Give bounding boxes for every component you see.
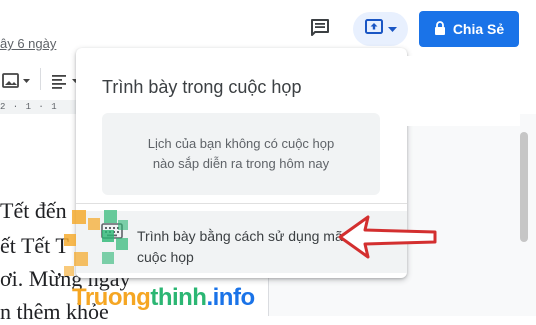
present-to-screen-icon (364, 18, 384, 41)
watermark-logo (64, 208, 140, 284)
share-button[interactable]: Chia Sẻ (419, 11, 519, 47)
present-with-code-line: Trình bày bằng cách sử dụng mã (137, 228, 343, 244)
no-meetings-message: Lịch của bạn không có cuộc họp nào sắp d… (102, 113, 380, 195)
vertical-scrollbar[interactable] (520, 132, 528, 242)
ruler: 2 · 1 · 1 (0, 100, 80, 114)
present-button[interactable] (353, 12, 408, 46)
present-menu-title: Trình bày trong cuộc họp (102, 77, 302, 97)
document-line[interactable]: ết Tết T (0, 233, 69, 259)
chevron-down-icon (388, 20, 397, 38)
watermark-text: Truongthinh.info (72, 284, 255, 311)
menu-divider (76, 203, 407, 204)
no-meetings-line: nào sắp diễn ra trong hôm nay (152, 156, 330, 171)
document-line[interactable]: Tết đến (0, 198, 67, 224)
present-with-code-label: Trình bày bằng cách sử dụng mã cuộc họp (137, 226, 367, 268)
insert-image-icon[interactable] (2, 72, 34, 95)
present-with-code-line: cuộc họp (137, 249, 194, 265)
comment-icon[interactable] (308, 16, 332, 40)
annotation-arrow-icon (338, 212, 438, 260)
last-edit-link[interactable]: ây 6 ngày (0, 36, 56, 51)
lock-icon (434, 20, 446, 38)
no-meetings-line: Lịch của bạn không có cuộc họp (147, 136, 335, 151)
share-label: Chia Sẻ (452, 21, 505, 37)
toolbar-divider (40, 68, 41, 90)
